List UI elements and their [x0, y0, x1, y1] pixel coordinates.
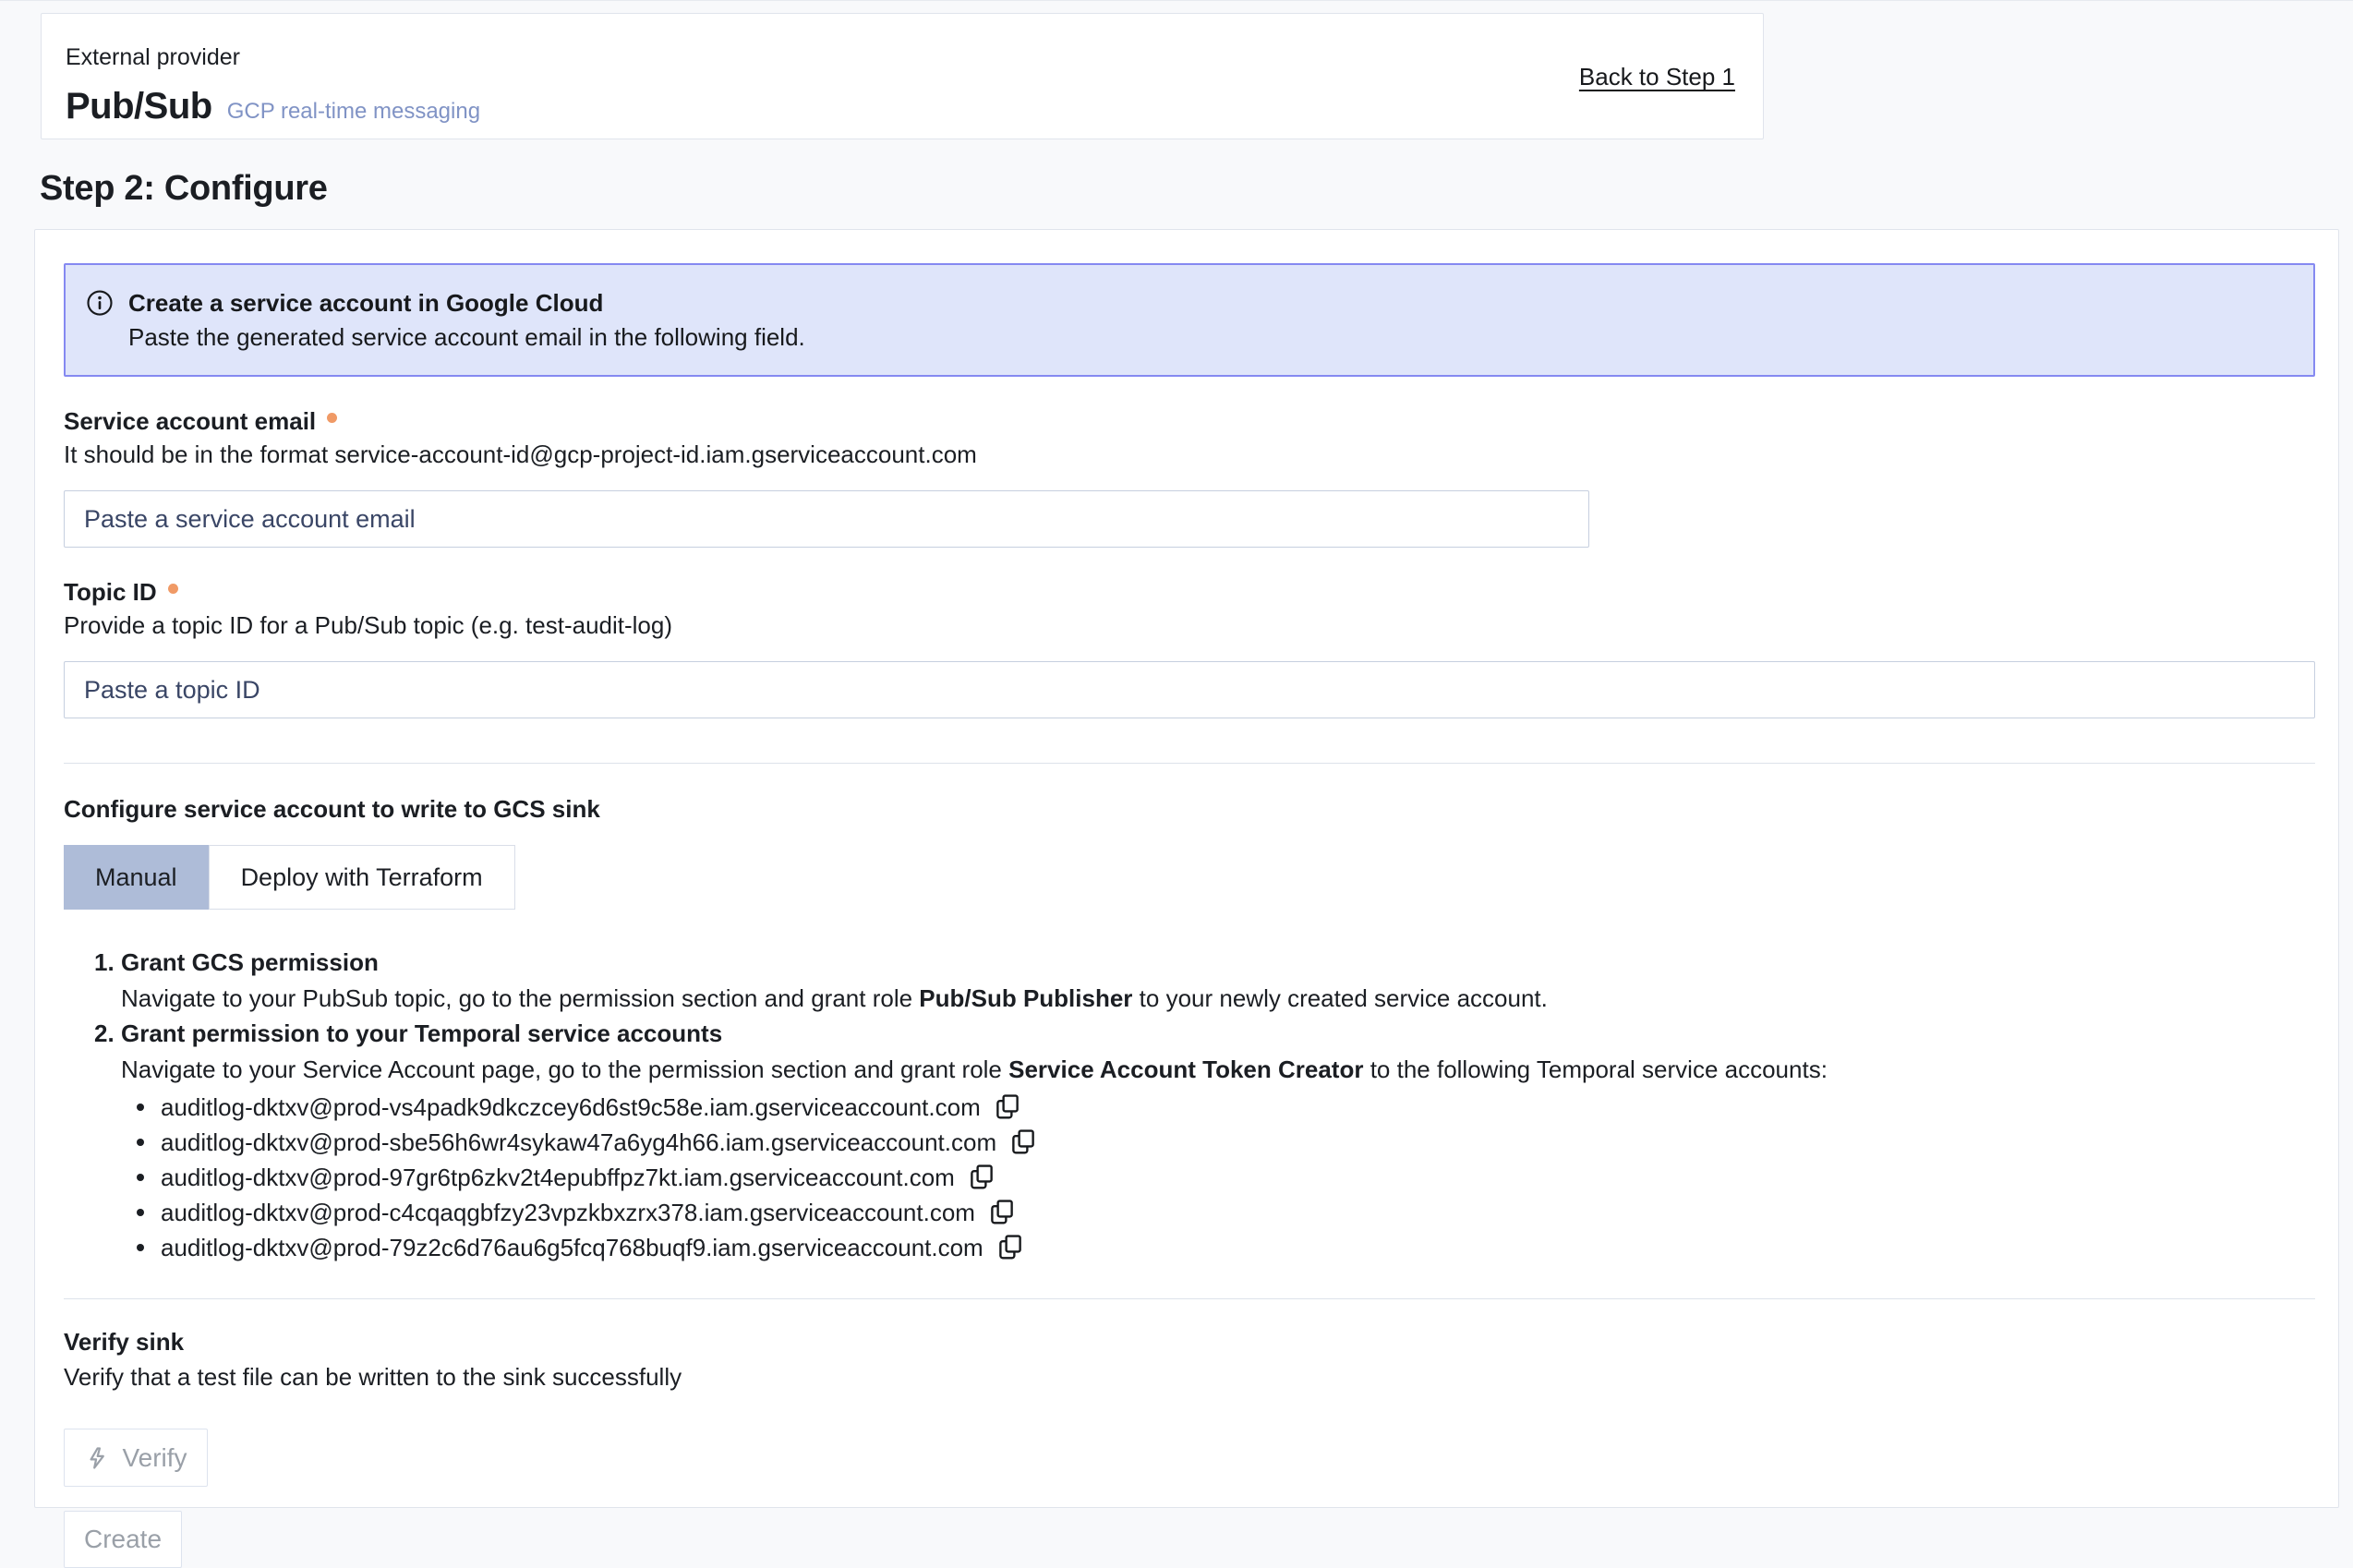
- step-title: Grant GCS permission: [121, 945, 379, 980]
- verify-sink-title: Verify sink: [64, 1328, 2313, 1357]
- step-text: Navigate to your Service Account page, g…: [121, 1055, 1008, 1083]
- info-banner-title: Create a service account in Google Cloud: [128, 287, 805, 319]
- required-indicator: [327, 413, 337, 423]
- step-grant-gcs-permission: Grant GCS permission Navigate to your Pu…: [94, 945, 2313, 1016]
- topic-id-input[interactable]: [64, 661, 2315, 718]
- role-name: Service Account Token Creator: [1008, 1055, 1363, 1083]
- topic-id-label: Topic ID: [64, 578, 157, 607]
- required-indicator: [168, 584, 178, 594]
- info-icon: [86, 289, 114, 317]
- provider-name-row: Pub/Sub GCP real-time messaging: [66, 86, 480, 127]
- step-title-row: Grant permission to your Temporal servic…: [94, 1016, 2313, 1051]
- step-title: Grant permission to your Temporal servic…: [121, 1016, 722, 1051]
- service-account-email: auditlog-dktxv@prod-c4cqaqgbfzy23vpzkbxz…: [161, 1199, 975, 1227]
- back-to-step-1-link[interactable]: Back to Step 1: [1579, 63, 1735, 91]
- service-account-email: auditlog-dktxv@prod-79z2c6d76au6g5fcq768…: [161, 1234, 983, 1262]
- tab-manual[interactable]: Manual: [64, 845, 209, 910]
- topic-id-helper: Provide a topic ID for a Pub/Sub topic (…: [64, 611, 2313, 640]
- step-text: to the following Temporal service accoun…: [1363, 1055, 1827, 1083]
- provider-label: External provider: [66, 44, 480, 71]
- provider-info: External provider Pub/Sub GCP real-time …: [66, 44, 480, 127]
- service-account-email-helper: It should be in the format service-accou…: [64, 440, 2313, 469]
- info-banner-text: Create a service account in Google Cloud…: [128, 287, 805, 353]
- manual-steps-list: Grant GCS permission Navigate to your Pu…: [94, 945, 2313, 1265]
- section-divider: [64, 1298, 2315, 1299]
- service-account-email: auditlog-dktxv@prod-sbe56h6wr4sykaw47a6y…: [161, 1128, 996, 1157]
- configure-card: Create a service account in Google Cloud…: [34, 229, 2339, 1508]
- deploy-method-tabs: Manual Deploy with Terraform: [64, 845, 515, 910]
- step-text: to your newly created service account.: [1132, 984, 1547, 1012]
- copy-icon[interactable]: [968, 1162, 996, 1193]
- lightning-icon: [84, 1445, 110, 1471]
- verify-button-label: Verify: [122, 1443, 187, 1473]
- temporal-service-accounts-list: auditlog-dktxv@prod-vs4padk9dkczcey6d6st…: [137, 1090, 2313, 1265]
- service-account-email: auditlog-dktxv@prod-97gr6tp6zkv2t4epubff…: [161, 1164, 955, 1192]
- create-button-label: Create: [84, 1525, 162, 1554]
- tab-deploy-with-terraform[interactable]: Deploy with Terraform: [209, 845, 515, 910]
- configure-section-title: Configure service account to write to GC…: [64, 795, 2313, 824]
- step-grant-temporal-permission: Grant permission to your Temporal servic…: [94, 1016, 2313, 1265]
- service-account-email-label-row: Service account email: [64, 407, 2313, 436]
- list-item: auditlog-dktxv@prod-97gr6tp6zkv2t4epubff…: [137, 1160, 2313, 1195]
- service-account-email-input[interactable]: [64, 490, 1589, 548]
- verify-button[interactable]: Verify: [64, 1429, 208, 1487]
- verify-sink-description: Verify that a test file can be written t…: [64, 1363, 2313, 1392]
- list-item: auditlog-dktxv@prod-sbe56h6wr4sykaw47a6y…: [137, 1125, 2313, 1160]
- provider-card: External provider Pub/Sub GCP real-time …: [41, 13, 1764, 139]
- step-body: Navigate to your Service Account page, g…: [121, 1051, 2313, 1087]
- step-text: Navigate to your PubSub topic, go to the…: [121, 984, 919, 1012]
- list-item: auditlog-dktxv@prod-c4cqaqgbfzy23vpzkbxz…: [137, 1195, 2313, 1230]
- list-item: auditlog-dktxv@prod-79z2c6d76au6g5fcq768…: [137, 1230, 2313, 1265]
- info-banner: Create a service account in Google Cloud…: [64, 263, 2315, 377]
- list-item: auditlog-dktxv@prod-vs4padk9dkczcey6d6st…: [137, 1090, 2313, 1125]
- page-title: Step 2: Configure: [40, 169, 328, 209]
- service-account-email: auditlog-dktxv@prod-vs4padk9dkczcey6d6st…: [161, 1093, 981, 1122]
- provider-subtitle: GCP real-time messaging: [227, 99, 480, 125]
- step-title-row: Grant GCS permission: [94, 945, 2313, 980]
- topic-id-label-row: Topic ID: [64, 578, 2313, 607]
- role-name: Pub/Sub Publisher: [919, 984, 1132, 1012]
- copy-icon[interactable]: [1009, 1127, 1037, 1158]
- copy-icon[interactable]: [996, 1232, 1024, 1263]
- copy-icon[interactable]: [988, 1197, 1016, 1228]
- service-account-email-label: Service account email: [64, 407, 316, 436]
- step-body: Navigate to your PubSub topic, go to the…: [121, 980, 2313, 1016]
- copy-icon[interactable]: [994, 1092, 1021, 1123]
- create-button[interactable]: Create: [64, 1511, 182, 1568]
- info-banner-description: Paste the generated service account emai…: [128, 321, 805, 353]
- provider-name: Pub/Sub: [66, 86, 212, 127]
- section-divider: [64, 763, 2315, 764]
